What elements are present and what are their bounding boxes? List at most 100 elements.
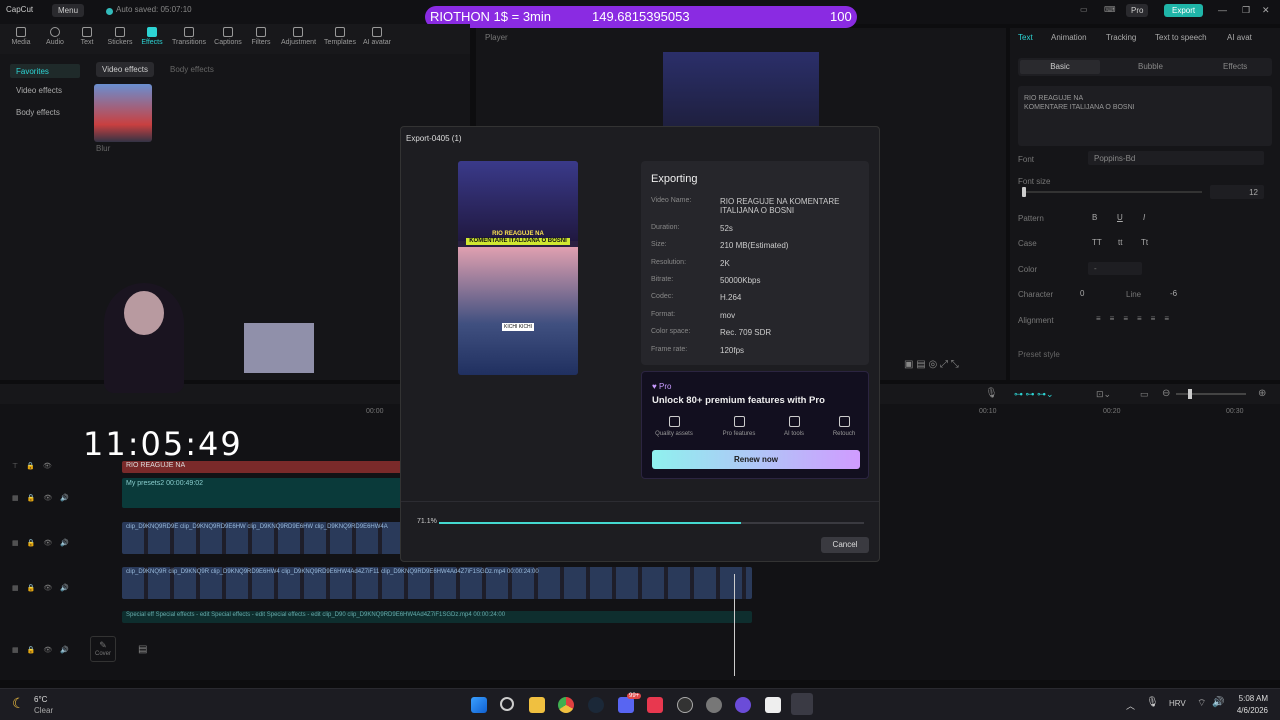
pro-feature-ai-tools[interactable]: AI tools	[768, 416, 820, 437]
tool-ai-avatar[interactable]: AI avatar	[360, 27, 394, 46]
subtab-basic[interactable]: Basic	[1020, 60, 1100, 74]
tool-captions[interactable]: Captions	[211, 27, 245, 46]
preset-track-clip[interactable]: My presets2 00:00:49:02	[122, 478, 402, 508]
moon-icon[interactable]: ☾	[12, 695, 25, 712]
sidebar-item-body-effects[interactable]: Body effects	[16, 108, 60, 117]
tab-body-effects[interactable]: Body effects	[164, 62, 220, 77]
settings-icon[interactable]	[706, 697, 722, 713]
player-controls[interactable]: ▣ ▤ ◎ ⤢ ⤡	[904, 359, 959, 370]
track-controls[interactable]: ▦🔒👁🔊	[12, 539, 77, 547]
capcut-icon[interactable]	[765, 697, 781, 713]
minimize-icon[interactable]: —	[1218, 5, 1227, 15]
caption-icon[interactable]: ▭	[1140, 389, 1149, 400]
thumbnail-caption: RIO REAGUJE NA KOMENTARE ITALIJANA O BOS…	[458, 231, 578, 245]
character-input[interactable]: 0	[1080, 289, 1084, 298]
tab-ai-avatar[interactable]: AI avat	[1227, 33, 1252, 42]
chrome-icon[interactable]	[558, 697, 574, 713]
obs-icon[interactable]	[677, 697, 693, 713]
mic-icon[interactable]: 🎙	[985, 388, 998, 399]
bold-button[interactable]: B	[1092, 213, 1097, 222]
pro-feature-retouch[interactable]: Retouch	[818, 416, 870, 437]
clip-track-2[interactable]: clip_D9KNQ9R clip_D9KNQ9R clip_D9KNQ9RD9…	[122, 567, 752, 599]
clock-time[interactable]: 5:08 AM	[1236, 694, 1268, 703]
tool-templates[interactable]: Templates	[323, 27, 357, 46]
cover-button[interactable]: ✎ Cover	[90, 636, 116, 662]
clip-track-1[interactable]: clip_D9KNQ9RD9E clip_D9KNQ9RD9E6HW clip_…	[122, 522, 402, 554]
sidebar-item-video-effects[interactable]: Video effects	[16, 86, 62, 95]
track-controls[interactable]: ▦🔒👁🔊	[12, 584, 77, 592]
browser-icon[interactable]	[735, 697, 751, 713]
tool-text[interactable]: Text	[70, 27, 104, 46]
active-app-icon[interactable]	[791, 693, 813, 715]
italic-button[interactable]: I	[1143, 213, 1145, 222]
playhead[interactable]	[734, 574, 735, 676]
steam-icon[interactable]	[588, 697, 604, 713]
text-line: RIO REAGUJE NA	[1024, 95, 1084, 102]
tab-text[interactable]: Text	[1018, 33, 1033, 42]
track-controls[interactable]: ⊤🔒👁	[12, 462, 60, 470]
info-label: Size:	[651, 241, 667, 248]
case-lower-button[interactable]: tt	[1118, 238, 1122, 247]
shortcut-icon[interactable]: ⌨	[1104, 5, 1116, 14]
tool-adjustment[interactable]: Adjustment	[281, 27, 316, 46]
weather-temp[interactable]: 6°C	[34, 695, 47, 704]
weather-desc[interactable]: Clear	[34, 706, 53, 715]
language-indicator[interactable]: HRV	[1169, 699, 1186, 708]
discord-icon[interactable]	[618, 697, 634, 713]
folder-icon[interactable]	[529, 697, 545, 713]
subtab-bubble[interactable]: Bubble	[1138, 62, 1163, 71]
mic-tray-icon[interactable]: 🎙	[1146, 697, 1159, 708]
volume-icon[interactable]: 🔊	[1212, 697, 1224, 708]
font-select[interactable]: Poppins-Bd	[1088, 151, 1264, 165]
line-input[interactable]: -6	[1170, 289, 1177, 298]
alignment-buttons[interactable]: ≡≡≡≡≡≡	[1096, 314, 1178, 323]
tab-animation[interactable]: Animation	[1051, 33, 1087, 42]
pro-feature-quality-assets[interactable]: Quality assets	[648, 416, 700, 437]
network-icon[interactable]: ⌔	[1197, 697, 1206, 710]
tab-video-effects[interactable]: Video effects	[96, 62, 154, 77]
tab-tracking[interactable]: Tracking	[1106, 33, 1136, 42]
effects-track[interactable]: Special eff Special effects - edit Speci…	[122, 611, 752, 623]
tool-stickers[interactable]: Stickers	[103, 27, 137, 46]
layout-icon[interactable]: ▭	[1080, 5, 1088, 14]
slider-handle[interactable]	[1022, 187, 1026, 197]
case-upper-button[interactable]: TT	[1092, 238, 1102, 247]
track-controls[interactable]: ▦🔒👁🔊	[12, 494, 77, 502]
tool-effects[interactable]: Effects	[135, 27, 169, 46]
clock-date[interactable]: 4/6/2026	[1230, 706, 1268, 715]
cancel-button[interactable]: Cancel	[821, 537, 869, 553]
font-size-input[interactable]: 12	[1210, 185, 1264, 199]
pro-feature-pro-features[interactable]: Pro features	[713, 416, 765, 437]
effect-thumbnail[interactable]	[94, 84, 152, 142]
export-button[interactable]: Export	[1164, 4, 1204, 17]
text-content-input[interactable]: RIO REAGUJE NA KOMENTARE ITALIJANA O BOS…	[1018, 86, 1272, 146]
track-controls[interactable]: ▦🔒👁🔊	[12, 646, 77, 654]
zoom-in-icon[interactable]: ⊕	[1258, 388, 1266, 399]
ai-avatar-icon	[372, 27, 382, 37]
zoom-handle[interactable]	[1188, 389, 1192, 399]
link-controls[interactable]: ⊶ ⊶ ⊶⌄	[1014, 389, 1054, 400]
chevron-up-icon[interactable]: ︿	[1126, 699, 1135, 712]
tool-filters[interactable]: Filters	[244, 27, 278, 46]
tool-transitions[interactable]: Transitions	[172, 27, 206, 46]
maximize-icon[interactable]: ❐	[1242, 5, 1250, 16]
case-title-button[interactable]: Tt	[1141, 238, 1148, 247]
tab-text-to-speech[interactable]: Text to speech	[1155, 33, 1207, 42]
zoom-slider[interactable]	[1176, 389, 1246, 399]
subtab-effects[interactable]: Effects	[1223, 62, 1247, 71]
underline-button[interactable]: U	[1117, 213, 1123, 222]
snap-icon[interactable]: ⊡⌄	[1096, 389, 1111, 400]
tool-audio[interactable]: Audio	[38, 27, 72, 46]
search-icon[interactable]	[500, 697, 514, 711]
sidebar-item-favorites[interactable]: Favorites	[10, 64, 80, 78]
menu-button[interactable]: Menu	[52, 4, 85, 17]
color-select[interactable]: -	[1088, 262, 1142, 275]
app-icon[interactable]	[647, 697, 663, 713]
zoom-out-icon[interactable]: ⊖	[1162, 388, 1170, 399]
tool-media[interactable]: Media	[4, 27, 38, 46]
close-icon[interactable]: ✕	[1262, 5, 1270, 16]
start-icon[interactable]	[471, 697, 487, 713]
pro-button[interactable]: Pro	[1126, 4, 1149, 17]
font-size-slider[interactable]	[1022, 187, 1202, 197]
renew-now-button[interactable]: Renew now	[652, 450, 860, 469]
